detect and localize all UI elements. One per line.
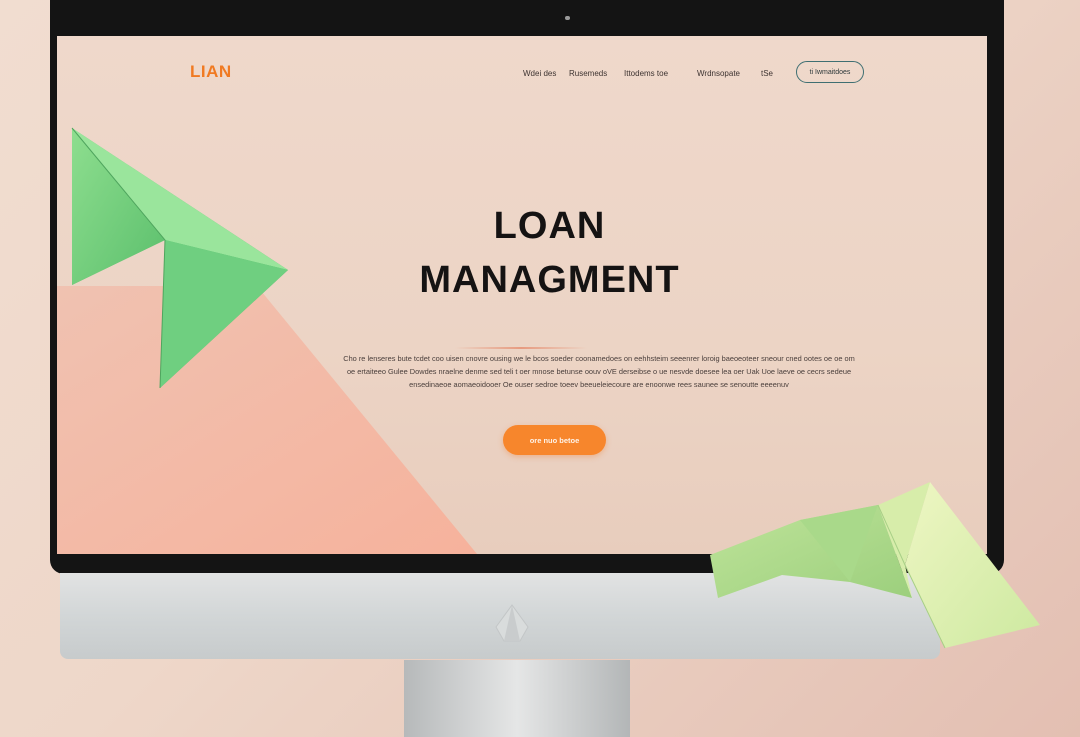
hero-divider (455, 347, 587, 349)
nav-link-1[interactable]: Wdei des (523, 69, 556, 78)
hero-title-line-2: MANAGMENT (419, 259, 680, 301)
hero-title: LOAN MANAGMENT (57, 199, 987, 307)
apple-logo-icon (495, 604, 529, 642)
nav-link-4[interactable]: Wrdnsopate (697, 69, 740, 78)
monitor-chin (60, 573, 940, 659)
nav-cta-button[interactable]: ti Iwmaitdoes (796, 61, 864, 83)
hero-description: Cho re lenseres bute tcdet coo uisen cno… (343, 354, 855, 389)
monitor-stand (404, 660, 630, 737)
hero-title-line-1: LOAN (493, 205, 606, 247)
hero-cta-button[interactable]: ore nuo betoe (503, 425, 606, 455)
camera-dot-icon (565, 16, 570, 20)
nav-link-3[interactable]: Ittodems toe (624, 69, 668, 78)
website-screen: LIAN Wdei des Rusemeds Ittodems toe Wrdn… (57, 36, 987, 554)
nav-link-5[interactable]: tSe (761, 69, 773, 78)
nav-link-2[interactable]: Rusemeds (569, 69, 607, 78)
